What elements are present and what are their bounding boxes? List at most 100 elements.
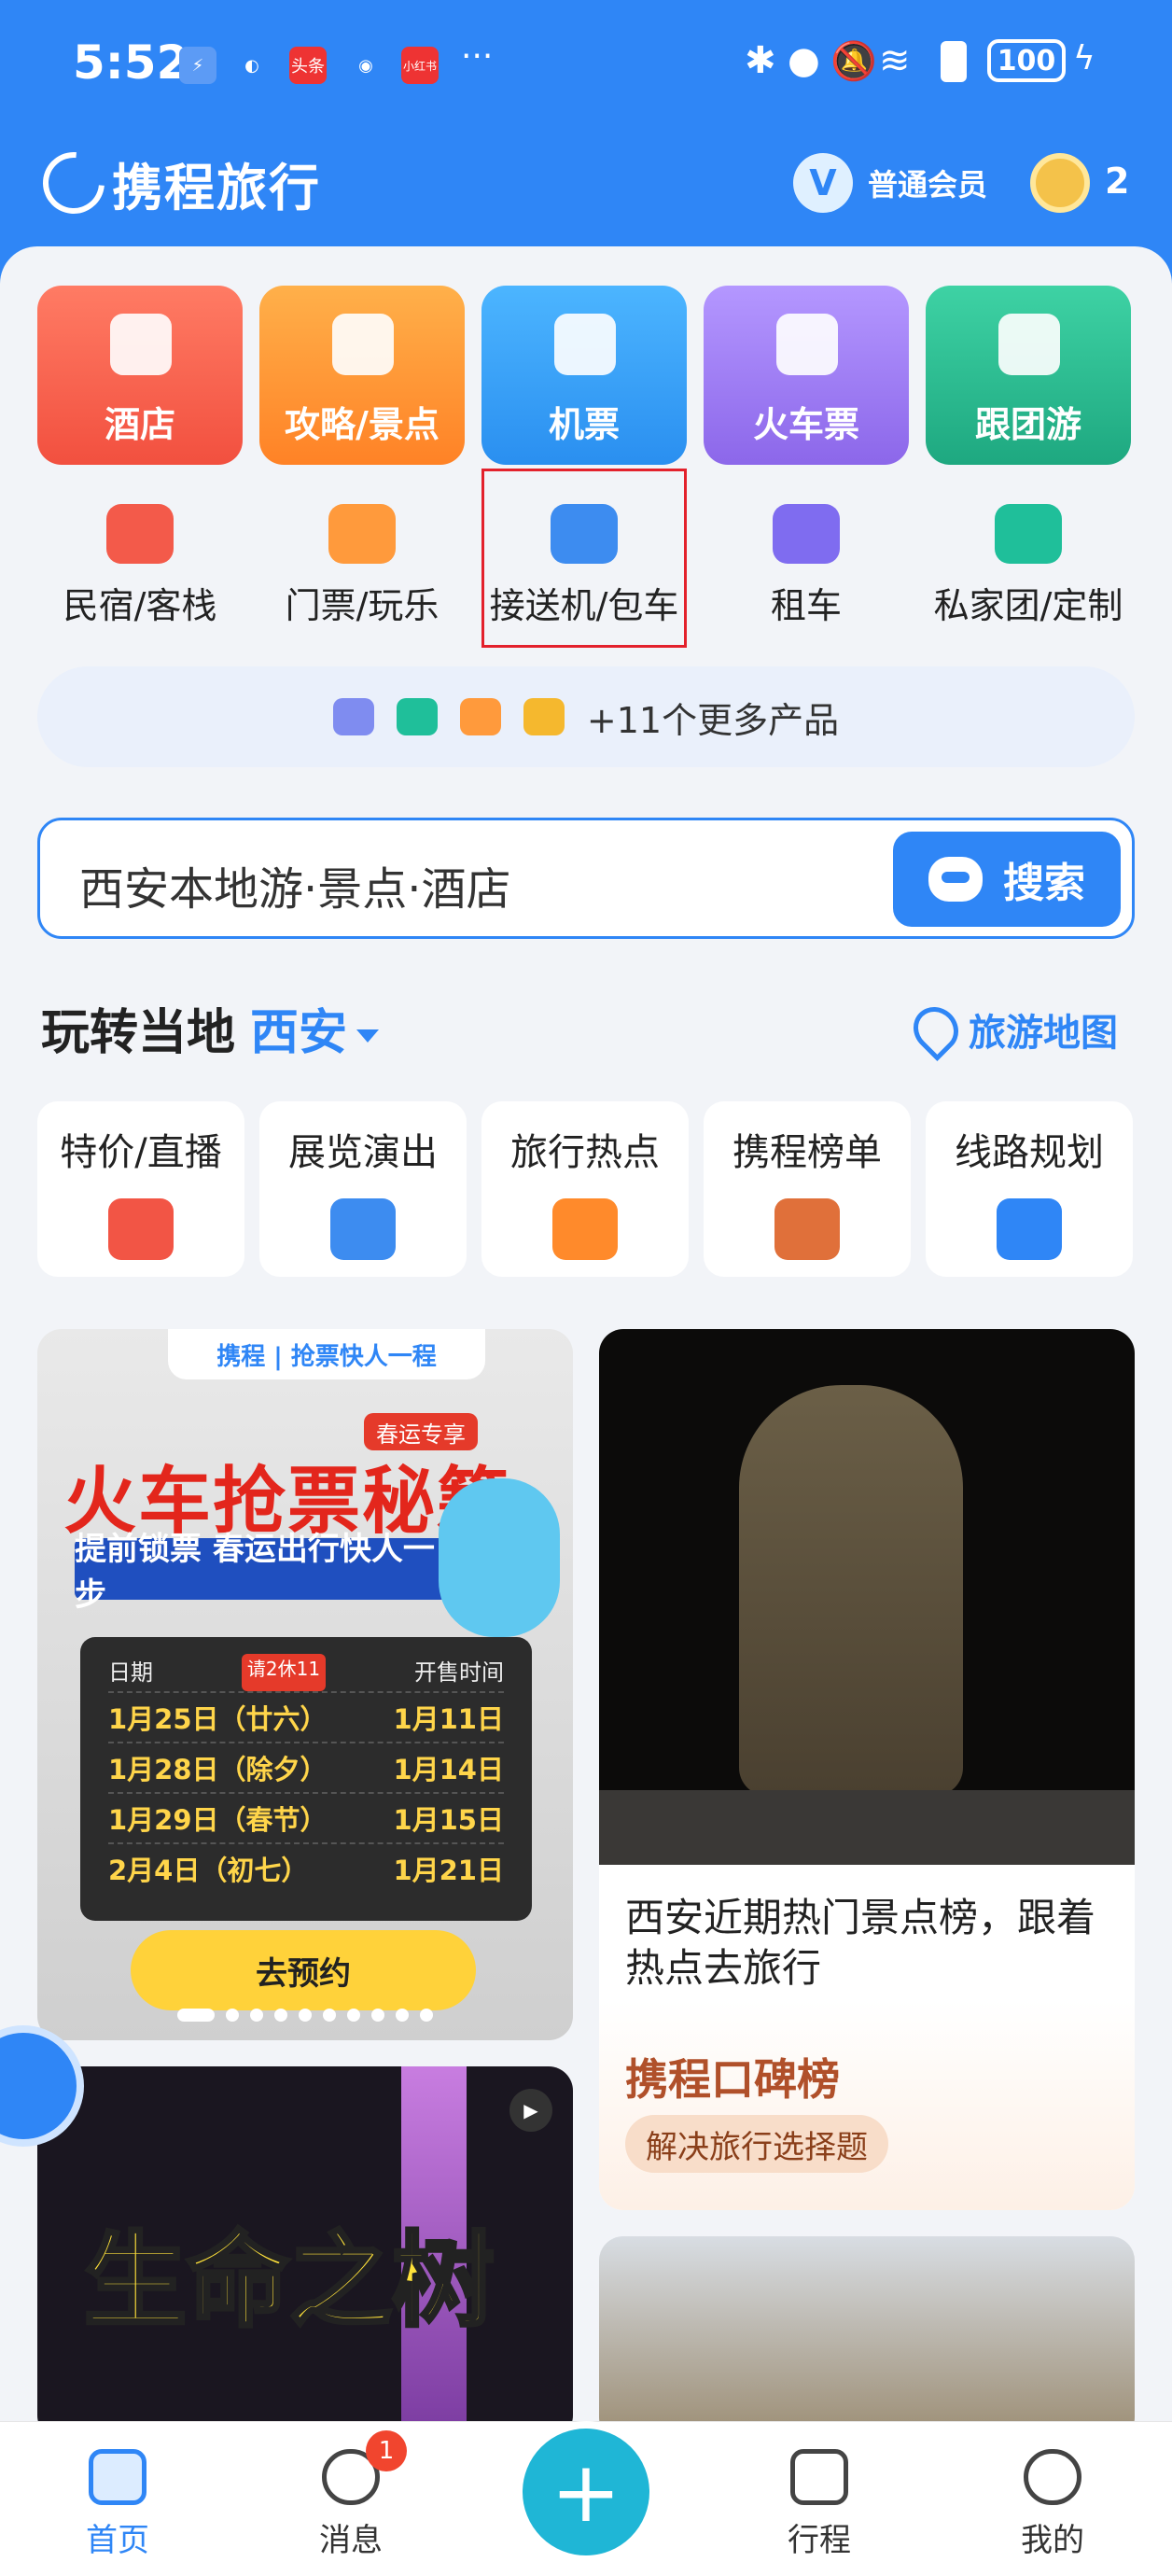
subcategory-label: 门票/玩乐 [285,585,440,626]
tab-profile[interactable]: 我的 [987,2449,1118,2560]
search-button-label: 搜索 [1003,860,1085,907]
category-label: 跟团游 [974,404,1081,445]
category-label: 酒店 [104,404,175,445]
tab-label: 消息 [319,2522,383,2559]
add-button[interactable]: + [515,2421,657,2563]
chevron-down-icon[interactable] [356,1029,380,1043]
subcategory-homestay[interactable]: 民宿/客栈 [30,485,250,635]
alert-icon [941,41,967,82]
more-notifs: ··· [461,37,494,76]
money-bag-icon [523,698,565,735]
tile-label: 旅行热点 [510,1131,660,1174]
subcategory-car-rental[interactable]: 租车 [696,485,916,635]
category-label: 火车票 [752,404,859,445]
tile-label: 线路规划 [955,1131,1104,1174]
location-icon: ● [788,39,820,82]
board-header-date: 日期 [108,1659,153,1686]
ranking-pill: 解决旅行选择题 [625,2115,888,2173]
hotel-icon [110,314,172,375]
charging-icon: ϟ [1073,39,1095,77]
schedule-row: 1月29日（春节） 1月15日 [108,1792,504,1842]
tile-route-planning[interactable]: 线路规划 [926,1101,1133,1277]
tab-home[interactable]: 首页 [52,2449,183,2560]
row-sale-date: 1月21日 [393,1855,504,1886]
category-flight[interactable]: 机票 [481,286,687,465]
screen: 5:52 ⚡ ◐ 头条 ◉ 小红书 ··· ✱ ● 🔕 ≋ 100 ϟ 携程旅行… [0,0,1172,2576]
user-icon [1024,2449,1081,2505]
car-rental-icon [773,504,840,564]
ship-icon [396,698,438,735]
tile-label: 展览演出 [288,1131,438,1174]
category-guide[interactable]: 攻略/景点 [259,286,465,465]
robot-icon [928,857,983,902]
hot-attractions-card[interactable]: 西安近期热门景点榜，跟着热点去旅行 携程口碑榜 解决旅行选择题 [599,1329,1135,2210]
subcategory-private-tour[interactable]: 私家团/定制 [918,485,1138,635]
search-button[interactable]: 搜索 [893,832,1121,927]
row-date: 1月25日（廿六） [108,1703,328,1735]
search-input[interactable]: 西安本地游·景点·酒店 [79,852,511,917]
status-bar: 5:52 ⚡ ◐ 头条 ◉ 小红书 ··· ✱ ● 🔕 ≋ 100 ϟ [0,0,1172,131]
airplane-icon [554,314,616,375]
tile-deals-live[interactable]: 特价/直播 [37,1101,244,1277]
banner-top-tag: 携程 | 抢票快人一程 [168,1329,485,1379]
reserve-button[interactable]: 去预约 [131,1930,476,2010]
sale-schedule-board: 日期 请2休11 开售时间 1月25日（廿六） 1月11日 1月28日（除夕） 1月14… [80,1637,532,1921]
homestay-icon [106,504,174,564]
category-train[interactable]: 火车票 [704,286,909,465]
row-date: 1月28日（除夕） [108,1754,328,1785]
search-bar[interactable]: 西安本地游·景点·酒店 搜索 [37,818,1135,939]
video-title: 生命之树 [82,2219,496,2343]
usb-icon: ⚡ [179,47,216,84]
row-sale-date: 1月11日 [393,1703,504,1735]
landmark-card[interactable] [599,2236,1135,2442]
coin-icon[interactable] [1030,153,1090,213]
coin-count: 2 [1105,161,1130,202]
membership-button[interactable]: V 普通会员 [793,153,987,213]
more-products-label: +11个更多产品 [586,699,840,741]
vip-badge-icon: V [793,153,853,213]
local-title: 玩转当地 [41,1005,236,1061]
subcategory-tickets[interactable]: 门票/玩乐 [252,485,472,635]
browser-notif-icon: ◉ [358,55,373,76]
member-level: 普通会员 [868,167,988,203]
palm-tree-icon [998,314,1060,375]
xiaohongshu-notif-icon: 小红书 [401,47,439,84]
tile-label: 特价/直播 [60,1131,222,1174]
tab-label: 我的 [1021,2522,1084,2559]
subcategory-label: 民宿/客栈 [63,585,217,626]
ranking-icon [774,1198,840,1260]
ticket-icon [328,504,396,564]
play-icon[interactable]: ▶ [509,2089,552,2132]
tab-itinerary[interactable]: 行程 [754,2449,885,2560]
row-date: 2月4日（初七） [108,1855,309,1886]
bus-icon [332,698,374,735]
category-label: 攻略/景点 [285,404,440,445]
train-icon [776,314,838,375]
row-sale-date: 1月15日 [393,1804,504,1836]
map-pin-icon [904,998,968,1061]
tile-label: 携程榜单 [732,1131,882,1174]
train-ticket-banner[interactable]: 携程 | 抢票快人一程 春运专享 火车抢票秘籍 提前锁票 春运出行快人一步 日期… [37,1329,573,2040]
city-selector[interactable]: 西安 [250,1005,347,1061]
travel-map-link[interactable]: 旅游地图 [904,998,1118,1061]
hot-flag-icon [552,1198,618,1260]
statue-figure [739,1385,963,1796]
more-products-button[interactable]: +11个更多产品 [37,666,1135,767]
category-hotel[interactable]: 酒店 [37,286,243,465]
banner-subtitle: 提前锁票 春运出行快人一步 [75,1531,448,1614]
category-group-tour[interactable]: 跟团游 [926,286,1131,465]
category-label: 机票 [548,404,620,445]
wifi-icon: ≋ [879,39,911,82]
tile-rankings[interactable]: 携程榜单 [704,1101,911,1277]
message-badge: 1 [366,2430,407,2471]
schedule-row: 2月4日（初七） 1月21日 [108,1842,504,1893]
ranking-brand: 携程口碑榜 [625,2054,840,2105]
toutiao-notif-icon: 头条 [289,47,327,84]
private-tour-icon [995,504,1062,564]
tile-hot-topics[interactable]: 旅行热点 [481,1101,689,1277]
row-date: 1月29日（春节） [108,1804,328,1836]
tree-of-life-video-card[interactable]: 生命之树 ▶ [37,2066,573,2440]
tile-shows[interactable]: 展览演出 [259,1101,467,1277]
route-icon [997,1198,1062,1260]
brand-name: 携程旅行 [112,158,321,217]
